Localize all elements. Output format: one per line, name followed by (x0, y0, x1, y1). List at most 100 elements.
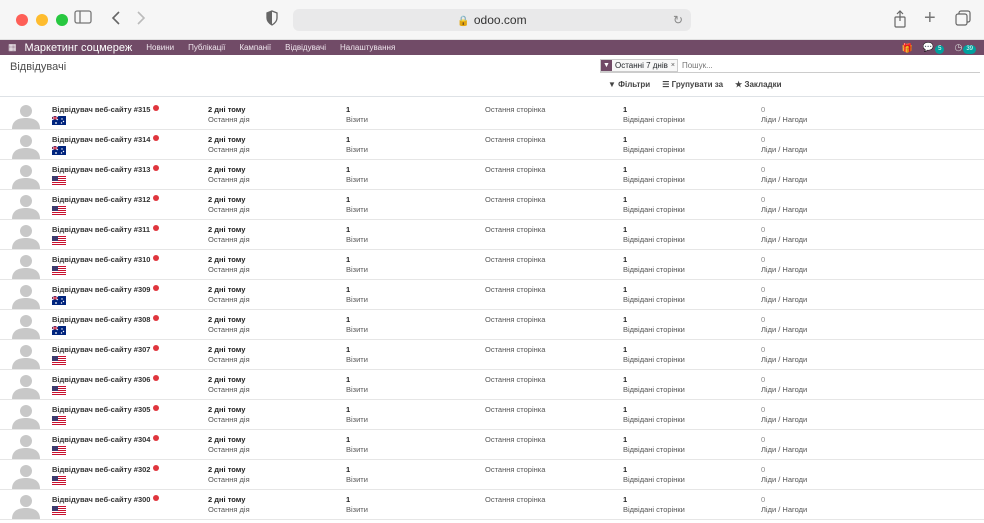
visitor-name: Відвідувач веб-сайту #312 (52, 195, 160, 204)
app-brand[interactable]: Маркетинг соцмереж (25, 42, 133, 54)
star-icon: ★ (735, 80, 743, 89)
menu-visitors[interactable]: Відвідувачі (285, 43, 326, 52)
menu-settings[interactable]: Налаштування (340, 43, 395, 52)
visitor-row[interactable]: Відвідувач веб-сайту #309 2 дні тому Оста… (0, 280, 984, 310)
search-facet: ▼ Останні 7 днів × (600, 58, 678, 72)
leads-cell: 0 Ліди / Нагоди (761, 255, 808, 274)
visitor-name: Відвідувач веб-сайту #306 (52, 375, 160, 384)
visits-cell: 1 Візити (346, 435, 368, 454)
visitor-row[interactable]: Відвідувач веб-сайту #300 2 дні тому Оста… (0, 490, 984, 520)
visitor-row[interactable]: Відвідувач веб-сайту #314 2 дні тому Оста… (0, 130, 984, 160)
country-flag-icon (52, 326, 66, 335)
menu-posts[interactable]: Публікації (188, 43, 225, 52)
back-icon[interactable] (111, 10, 121, 32)
facet-label: Останні 7 днів (615, 60, 668, 70)
activities-badge: 39 (963, 45, 976, 54)
avatar-placeholder (6, 461, 46, 489)
last-action-cell: 2 дні тому Остання дія (208, 285, 250, 304)
visitor-name: Відвідувач веб-сайту #309 (52, 285, 160, 294)
visits-cell: 1 Візити (346, 375, 368, 394)
avatar-placeholder (6, 251, 46, 279)
visits-cell: 1 Візити (346, 285, 368, 304)
visitor-row[interactable]: Відвідувач веб-сайту #310 2 дні тому Оста… (0, 250, 984, 280)
minimize-window-button[interactable] (36, 14, 48, 26)
address-bar[interactable]: 🔒 odoo.com ↻ (293, 9, 691, 31)
visitor-row[interactable]: Відвідувач веб-сайту #304 2 дні тому Оста… (0, 430, 984, 460)
last-action-cell: 2 дні тому Остання дія (208, 195, 250, 214)
last-action-cell: 2 дні тому Остання дія (208, 225, 250, 244)
leads-cell: 0 Ліди / Нагоди (761, 225, 808, 244)
messages-icon[interactable]: 💬 5 (923, 42, 945, 54)
close-window-button[interactable] (16, 14, 28, 26)
last-page-cell: Остання сторінка (485, 165, 546, 174)
group-by-button[interactable]: ☰ Групувати за (662, 80, 723, 89)
online-status-icon (153, 105, 160, 111)
visited-pages-cell: 1 Відвідані сторінки (623, 165, 685, 184)
online-status-icon (153, 255, 160, 261)
country-flag-icon (52, 296, 66, 305)
country-flag-icon (52, 506, 66, 515)
visited-pages-cell: 1 Відвідані сторінки (623, 255, 685, 274)
visitor-name: Відвідувач веб-сайту #311 (52, 225, 160, 234)
avatar-placeholder (6, 101, 46, 129)
last-action-cell: 2 дні тому Остання дія (208, 315, 250, 334)
leads-cell: 0 Ліди / Нагоди (761, 165, 808, 184)
filter-icon: ▼ (601, 59, 612, 71)
country-flag-icon (52, 116, 66, 125)
country-flag-icon (52, 476, 66, 485)
leads-cell: 0 Ліди / Нагоди (761, 135, 808, 154)
visits-cell: 1 Візити (346, 225, 368, 244)
avatar-placeholder (6, 371, 46, 399)
visitor-row[interactable]: Відвідувач веб-сайту #302 2 дні тому Оста… (0, 460, 984, 490)
leads-cell: 0 Ліди / Нагоди (761, 345, 808, 364)
leads-cell: 0 Ліди / Нагоди (761, 495, 808, 514)
control-panel: Відвідувачі ▼ Останні 7 днів × ▼ Фільтри… (0, 55, 984, 97)
visitor-row[interactable]: Відвідувач веб-сайту #305 2 дні тому Оста… (0, 400, 984, 430)
forward-icon[interactable] (136, 10, 146, 32)
menu-campaigns[interactable]: Кампанії (239, 43, 271, 52)
url-text: odoo.com (473, 13, 527, 27)
favorites-button[interactable]: ★ Закладки (735, 80, 782, 89)
avatar-placeholder (6, 221, 46, 249)
visits-cell: 1 Візити (346, 315, 368, 334)
share-icon[interactable] (893, 10, 907, 34)
activities-icon[interactable]: ◷ 39 (954, 42, 976, 54)
visitor-row[interactable]: Відвідувач веб-сайту #311 2 дні тому Оста… (0, 220, 984, 250)
last-action-cell: 2 дні тому Остання дія (208, 105, 250, 124)
sidebar-toggle-icon[interactable] (74, 10, 92, 30)
search-input[interactable] (681, 60, 882, 70)
privacy-shield-icon[interactable] (266, 10, 278, 32)
leads-cell: 0 Ліди / Нагоди (761, 285, 808, 304)
window-controls (16, 14, 68, 26)
visitor-row[interactable]: Відвідувач веб-сайту #312 2 дні тому Оста… (0, 190, 984, 220)
visitor-row[interactable]: Відвідувач веб-сайту #308 2 дні тому Оста… (0, 310, 984, 340)
maximize-window-button[interactable] (56, 14, 68, 26)
leads-cell: 0 Ліди / Нагоди (761, 465, 808, 484)
remove-facet-icon[interactable]: × (671, 62, 677, 69)
new-tab-icon[interactable]: + (924, 8, 936, 28)
visitor-row[interactable]: Відвідувач веб-сайту #307 2 дні тому Оста… (0, 340, 984, 370)
online-status-icon (153, 285, 160, 291)
menu-news[interactable]: Новини (146, 43, 174, 52)
visited-pages-cell: 1 Відвідані сторінки (623, 345, 685, 364)
search-bar[interactable]: ▼ Останні 7 днів × (600, 58, 980, 73)
last-action-cell: 2 дні тому Остання дія (208, 465, 250, 484)
visitor-name: Відвідувач веб-сайту #314 (52, 135, 160, 144)
visitor-row[interactable]: Відвідувач веб-сайту #306 2 дні тому Оста… (0, 370, 984, 400)
last-page-cell: Остання сторінка (485, 375, 546, 384)
visitor-name: Відвідувач веб-сайту #313 (52, 165, 160, 174)
tab-overview-icon[interactable] (955, 10, 971, 32)
visitor-name: Відвідувач веб-сайту #315 (52, 105, 160, 114)
reload-icon[interactable]: ↻ (673, 9, 683, 31)
visitor-row[interactable]: Відвідувач веб-сайту #313 2 дні тому Оста… (0, 160, 984, 190)
last-action-cell: 2 дні тому Остання дія (208, 345, 250, 364)
last-page-cell: Остання сторінка (485, 405, 546, 414)
filters-button[interactable]: ▼ Фільтри (608, 80, 650, 89)
apps-menu-icon[interactable]: ▦ (8, 42, 17, 53)
avatar-placeholder (6, 431, 46, 459)
gift-icon[interactable]: 🎁 (902, 43, 913, 54)
visitor-row[interactable]: Відвідувач веб-сайту #315 2 дні тому Оста… (0, 100, 984, 130)
country-flag-icon (52, 146, 66, 155)
last-page-cell: Остання сторінка (485, 465, 546, 474)
visitor-name: Відвідувач веб-сайту #302 (52, 465, 160, 474)
